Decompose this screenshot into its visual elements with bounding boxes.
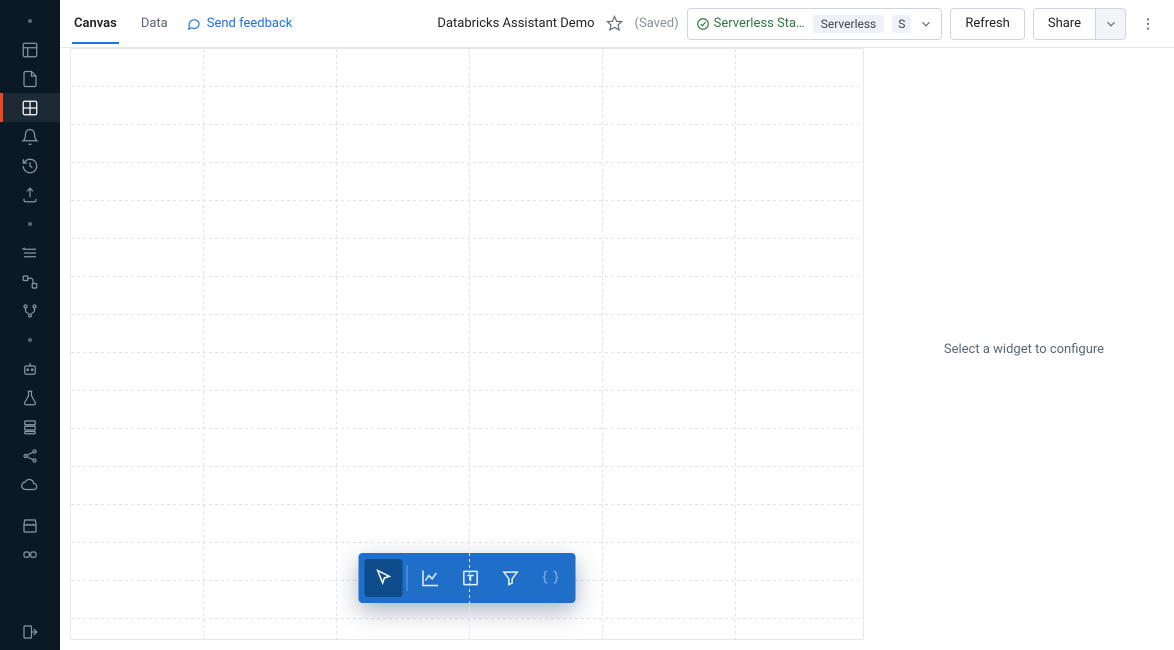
sidebar-dot [0, 209, 60, 238]
tool-text-button[interactable] [452, 559, 490, 597]
braces-icon [541, 568, 561, 588]
cluster-chip-primary: Serverless [813, 15, 885, 33]
workspace: Select a widget to configure [60, 48, 1174, 650]
sidebar-item-logout[interactable] [0, 617, 60, 646]
sidebar-item-ml[interactable] [0, 296, 60, 325]
tab-canvas[interactable]: Canvas [72, 4, 119, 44]
sidebar-item-marketplace[interactable] [0, 511, 60, 540]
check-circle-icon [696, 17, 710, 31]
logout-icon [21, 623, 39, 641]
left-sidebar [0, 0, 60, 650]
chart-icon [421, 568, 441, 588]
cluster-status-label: Serverless Sta… [714, 16, 805, 31]
send-feedback-link[interactable]: Send feedback [186, 16, 293, 31]
canvas-wrap [60, 48, 874, 650]
sidebar-item-file[interactable] [0, 64, 60, 93]
flask-icon [21, 389, 39, 407]
page-title: Databricks Assistant Demo [437, 16, 594, 31]
favorite-button[interactable] [603, 12, 627, 36]
stack-icon [21, 418, 39, 436]
sidebar-dot [0, 325, 60, 354]
share-caret-button[interactable] [1096, 8, 1126, 40]
text-box-icon [461, 568, 481, 588]
app-root: Canvas Data Send feedback Databricks Ass… [0, 0, 1174, 650]
chat-icon [186, 16, 201, 31]
sidebar-item-home[interactable] [0, 35, 60, 64]
view-tabs: Canvas Data [72, 4, 170, 44]
store-icon [21, 517, 39, 535]
sidebar-item-experiments[interactable] [0, 383, 60, 412]
tab-data[interactable]: Data [139, 4, 170, 44]
sidebar-item-apps[interactable] [0, 354, 60, 383]
pointer-icon [374, 568, 394, 588]
cloud-icon [21, 476, 39, 494]
refresh-button[interactable]: Refresh [950, 8, 1024, 40]
share-button[interactable]: Share [1033, 8, 1096, 40]
header-bar: Canvas Data Send feedback Databricks Ass… [60, 0, 1174, 48]
chevron-down-icon [1104, 17, 1118, 31]
layout-icon [21, 41, 39, 59]
bell-icon [21, 128, 39, 146]
toolbar-separator [407, 565, 408, 591]
tool-code-button[interactable] [532, 559, 570, 597]
cluster-chip-secondary: S [892, 15, 911, 33]
cluster-selector[interactable]: Serverless Sta… Serverless S [687, 8, 943, 40]
sidebar-item-cloud[interactable] [0, 470, 60, 499]
sidebar-item-models[interactable] [0, 412, 60, 441]
cluster-status: Serverless Sta… [696, 16, 805, 31]
saved-status: (Saved) [635, 16, 679, 31]
main-area: Canvas Data Send feedback Databricks Ass… [60, 0, 1174, 650]
history-icon [21, 157, 39, 175]
config-panel: Select a widget to configure [874, 48, 1174, 650]
tool-pointer-button[interactable] [365, 559, 403, 597]
sidebar-item-tasks[interactable] [0, 238, 60, 267]
tool-chart-button[interactable] [412, 559, 450, 597]
sidebar-dot [0, 6, 60, 35]
more-menu-button[interactable] [1134, 10, 1162, 38]
sidebar-item-pipelines[interactable] [0, 267, 60, 296]
dashboard-canvas[interactable] [70, 48, 864, 640]
feedback-label: Send feedback [207, 16, 293, 31]
branch-icon [21, 302, 39, 320]
upload-icon [21, 186, 39, 204]
share-button-group: Share [1033, 8, 1126, 40]
sidebar-item-alerts[interactable] [0, 122, 60, 151]
share-icon [21, 447, 39, 465]
sidebar-item-share[interactable] [0, 441, 60, 470]
config-panel-hint: Select a widget to configure [944, 342, 1104, 357]
kebab-icon [1140, 16, 1156, 32]
link-icon [21, 546, 39, 564]
sidebar-item-data[interactable] [0, 180, 60, 209]
robot-icon [21, 360, 39, 378]
chevron-down-icon [919, 17, 933, 31]
star-icon [606, 15, 623, 32]
sidebar-item-partner[interactable] [0, 540, 60, 569]
tool-filter-button[interactable] [492, 559, 530, 597]
tasks-icon [21, 244, 39, 262]
file-icon [21, 70, 39, 88]
filter-icon [501, 568, 521, 588]
floating-toolbar [359, 553, 576, 603]
sidebar-item-editor[interactable] [0, 93, 60, 122]
dashboard-icon [21, 99, 39, 117]
pipeline-icon [21, 273, 39, 291]
sidebar-item-history[interactable] [0, 151, 60, 180]
